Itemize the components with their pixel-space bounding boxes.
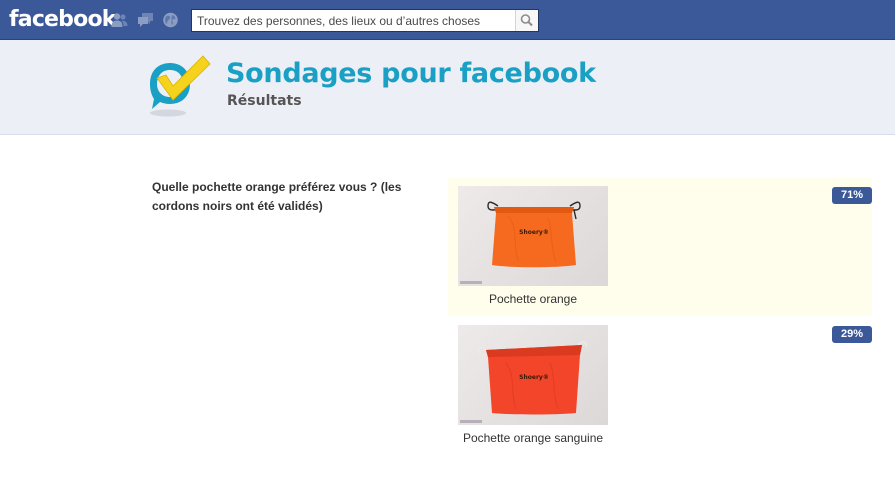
bag-brand-label: Shoery® [519,374,549,381]
friend-requests-icon[interactable] [111,12,128,28]
app-title: Sondages pour facebook [226,58,596,89]
poll-question: Quelle pochette orange préférez vous ? (… [152,180,402,213]
bag-brand-label: Shoery® [519,229,549,236]
poll-option: Shoery® Pochette orange 71% [448,178,872,316]
search-icon [520,14,533,27]
image-watermark [460,281,482,284]
page-subtitle: Résultats [227,93,302,109]
search-input[interactable] [192,10,514,31]
messages-icon[interactable] [137,12,154,28]
option-label: Pochette orange sanguine [462,431,604,445]
speech-bubble-checkmark-icon [144,54,214,127]
option-label: Pochette orange [488,292,578,306]
vote-percentage-badge: 71% [832,187,872,204]
option-image[interactable]: Shoery® [458,325,608,425]
notifications-icon[interactable] [162,12,179,28]
poll-option: Shoery® Pochette orange sanguine 29% [448,317,872,455]
top-navigation-bar: facebook [0,0,895,40]
vote-percentage-badge: 29% [832,326,872,343]
search-button[interactable] [515,10,538,31]
facebook-logo[interactable]: facebook [9,6,116,34]
image-watermark [460,420,482,423]
search-box [191,9,539,32]
app-header-banner: Sondages pour facebook Résultats [0,40,895,135]
option-image[interactable]: Shoery® [458,186,608,286]
